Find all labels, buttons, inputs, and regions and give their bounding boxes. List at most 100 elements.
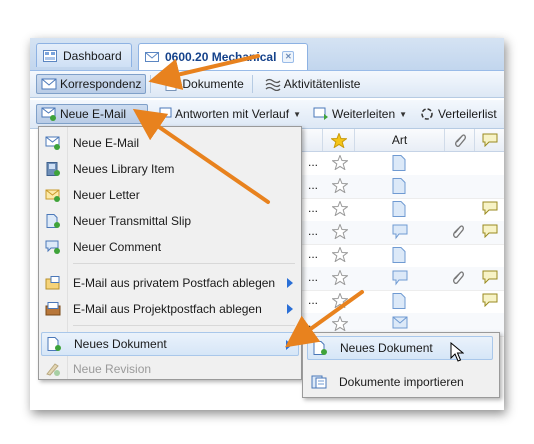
menu-separator xyxy=(73,263,295,264)
document-icon xyxy=(392,155,406,171)
star-icon xyxy=(330,132,347,148)
new-email-icon xyxy=(45,136,60,150)
menu-item-neues-dokument[interactable]: Neues Dokument xyxy=(41,332,299,356)
table-row[interactable]: ... xyxy=(300,267,504,291)
star-outline-icon[interactable] xyxy=(332,270,348,285)
table-row[interactable]: ... xyxy=(300,221,504,245)
document-icon xyxy=(392,201,406,217)
menu-item-library-item[interactable]: Neues Library Item xyxy=(41,157,299,181)
dokumente-label: Dokumente xyxy=(182,77,244,91)
weiterleiten-label: Weiterleiten xyxy=(331,107,396,121)
col-star[interactable] xyxy=(322,129,354,151)
row-dots: ... xyxy=(308,270,319,284)
grid-header: Art xyxy=(300,129,504,152)
submenu-arrow-icon xyxy=(287,278,293,288)
dokumente-button[interactable]: Dokumente xyxy=(159,74,247,94)
menu-item-private-mailbox[interactable]: E-Mail aus privatem Postfach ablegen xyxy=(41,271,299,295)
close-tab-icon[interactable]: ✕ xyxy=(282,51,295,63)
star-outline-icon[interactable] xyxy=(332,224,348,239)
table-row[interactable]: ... xyxy=(300,175,504,199)
star-outline-icon[interactable] xyxy=(332,316,348,331)
comment-icon xyxy=(482,133,497,147)
view-toolbar: Korrespondenz Dokumente Aktivitätenliste xyxy=(30,71,504,98)
transmittal-slip-icon xyxy=(46,214,60,228)
table-row[interactable]: ... xyxy=(300,198,504,222)
menu-item-label: Neues Library Item xyxy=(73,162,175,176)
neues-dokument-submenu: Neues Dokument Dokumente importieren xyxy=(302,332,500,398)
verteilerliste-button[interactable]: Verteilerlist xyxy=(415,104,501,124)
tab-dashboard[interactable]: Dashboard xyxy=(36,43,132,67)
comment-icon xyxy=(482,270,498,284)
menu-item-neue-revision[interactable]: Neue Revision xyxy=(41,357,299,381)
row-dots: ... xyxy=(308,224,319,238)
star-outline-icon[interactable] xyxy=(332,247,348,262)
col-comment[interactable] xyxy=(474,129,504,151)
distribution-list-icon xyxy=(421,108,433,120)
chevron-down-icon[interactable]: ▼ xyxy=(293,110,301,119)
menu-item-label: E-Mail aus Projektpostfach ablegen xyxy=(73,302,262,316)
submenu-item-dokumente-importieren[interactable]: Dokumente importieren xyxy=(307,370,493,394)
paperclip-icon xyxy=(454,134,466,147)
archive-email-icon xyxy=(45,302,61,316)
revision-icon xyxy=(46,363,60,376)
submenu-item-neues-dokument[interactable]: Neues Dokument xyxy=(307,336,493,360)
col-dots xyxy=(300,129,322,151)
menu-item-comment[interactable]: Neuer Comment xyxy=(41,235,299,259)
neue-email-label: Neue E-Mail xyxy=(60,107,127,121)
comment-icon xyxy=(482,293,498,307)
tab-project[interactable]: 0600.20 Mechanical ✕ xyxy=(138,43,308,70)
aktivitaetenliste-button[interactable]: Aktivitätenliste xyxy=(261,74,365,94)
comment-icon xyxy=(482,224,498,238)
menu-item-letter[interactable]: Neuer Letter xyxy=(41,183,299,207)
email-type-icon xyxy=(392,316,408,329)
document-icon xyxy=(165,77,177,91)
menu-item-label: Neues Dokument xyxy=(74,337,167,351)
korrespondenz-button[interactable]: Korrespondenz xyxy=(36,74,147,94)
table-row[interactable]: ... xyxy=(300,152,504,176)
submenu-arrow-icon xyxy=(286,340,292,350)
star-outline-icon[interactable] xyxy=(332,155,348,170)
row-dots: ... xyxy=(308,247,319,261)
activity-icon xyxy=(265,78,281,91)
chevron-down-icon[interactable]: ▼ xyxy=(138,110,146,119)
antworten-label: Antworten mit Verlauf xyxy=(175,107,290,121)
forward-icon xyxy=(313,107,328,120)
separator xyxy=(251,75,253,93)
comment-type-icon xyxy=(392,270,408,286)
document-icon xyxy=(392,178,406,194)
reply-icon xyxy=(157,107,172,120)
table-row[interactable]: ... xyxy=(300,290,504,314)
submenu-item-label: Dokumente importieren xyxy=(339,375,464,389)
row-dots: ... xyxy=(308,155,319,169)
col-art[interactable]: Art xyxy=(354,129,444,151)
antworten-button[interactable]: Antworten mit Verlauf ▼ xyxy=(152,104,305,124)
menu-item-project-mailbox[interactable]: E-Mail aus Projektpostfach ablegen xyxy=(41,297,299,321)
dashboard-icon xyxy=(43,49,57,62)
paperclip-icon xyxy=(453,225,464,238)
new-email-icon xyxy=(41,107,56,121)
table-row[interactable]: ... xyxy=(300,244,504,268)
col-attachment[interactable] xyxy=(444,129,474,151)
menu-item-label: E-Mail aus privatem Postfach ablegen xyxy=(73,276,276,290)
menu-item-neue-email[interactable]: Neue E-Mail xyxy=(41,131,299,155)
verteilerliste-label: Verteilerlist xyxy=(438,107,497,121)
star-outline-icon[interactable] xyxy=(332,178,348,193)
document-icon xyxy=(392,293,406,309)
col-art-label: Art xyxy=(391,133,408,147)
star-outline-icon[interactable] xyxy=(332,293,348,308)
submenu-item-label: Neues Dokument xyxy=(340,341,433,355)
tab-bar: Dashboard 0600.20 Mechanical ✕ xyxy=(30,38,504,71)
neue-email-button[interactable]: Neue E-Mail ▼ xyxy=(36,104,148,124)
document-icon xyxy=(392,247,406,263)
row-dots: ... xyxy=(308,316,319,330)
weiterleiten-button[interactable]: Weiterleiten ▼ xyxy=(309,104,411,124)
comment-icon xyxy=(482,201,498,215)
chevron-down-icon[interactable]: ▼ xyxy=(399,110,407,119)
menu-item-label: Neuer Letter xyxy=(73,188,140,202)
letter-icon xyxy=(45,189,60,202)
star-outline-icon[interactable] xyxy=(332,201,348,216)
menu-separator xyxy=(73,325,295,326)
paperclip-icon xyxy=(453,271,464,284)
tab-label: Dashboard xyxy=(63,48,122,63)
menu-item-transmittal-slip[interactable]: Neuer Transmittal Slip xyxy=(41,209,299,233)
